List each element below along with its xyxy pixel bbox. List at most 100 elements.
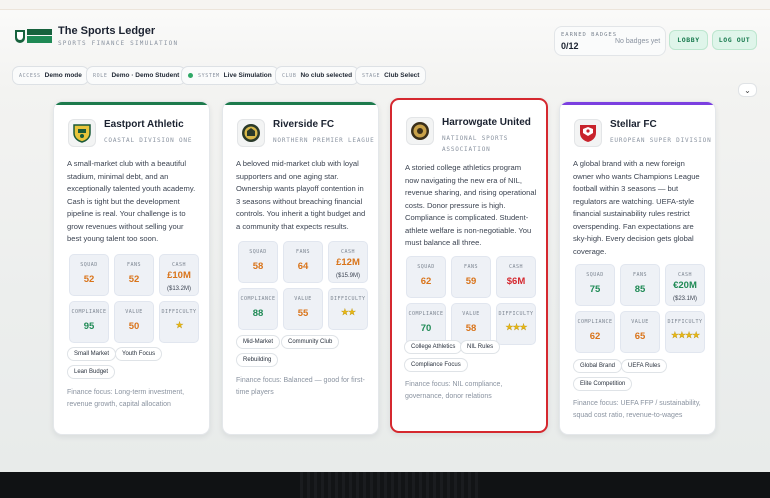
context-system-key: SYSTEM: [198, 72, 220, 79]
description-line: A global brand with a new foreign: [573, 159, 685, 168]
stat-label: CASH: [171, 262, 187, 268]
description-line: now navigating the new era of NIL,: [405, 175, 522, 185]
context-access-key: ACCESS: [19, 72, 41, 79]
description-line: pipeline is real. Your challenge is to: [67, 209, 186, 218]
description-line: A storied college athletics program: [405, 163, 522, 172]
description-line: owner who wants Champions League: [573, 171, 700, 181]
app-header: The Sports Ledger SPORTS FINANCE SIMULAT…: [0, 11, 770, 58]
stat-value: 52: [83, 274, 95, 285]
stat-difficulty: DIFFICULTY ★★★★: [665, 311, 705, 353]
club-card-eastport-athletic[interactable]: Eastport Athletic COASTAL DIVISION ONE A…: [53, 101, 210, 435]
club-league: NATIONAL SPORTS ASSOCIATION: [442, 135, 509, 153]
context-club-value: No club selected: [300, 72, 353, 79]
stat-label: FANS: [463, 264, 479, 270]
description-line: controls. You inherit a tight budget and: [236, 209, 366, 218]
context-access: ACCESS Demo mode: [12, 66, 89, 85]
stat-value: 88: [252, 308, 264, 319]
focus-line: Finance focus: UEFA FFP / sustainability…: [573, 400, 701, 407]
description-line: football within 3 seasons — but: [573, 184, 679, 193]
stat-label: VALUE: [294, 296, 312, 302]
description-line: coverage.: [573, 246, 607, 256]
app-subtitle: SPORTS FINANCE SIMULATION: [58, 40, 179, 47]
stat-squad: SQUAD 52: [69, 254, 109, 296]
stat-squad: SQUAD 62: [406, 256, 446, 298]
description-line: sky-high. Every decision gets global: [573, 234, 694, 243]
description-line: revenue sharing, and rising operational: [405, 188, 537, 197]
club-crest-icon: [574, 119, 602, 147]
context-system: SYSTEM Live Simulation: [181, 66, 279, 85]
stat-cash: CASH $6M: [496, 256, 536, 298]
club-crest-icon: [406, 117, 434, 145]
stat-value: 52: [128, 274, 140, 285]
stat-label: COMPLIANCE: [240, 296, 276, 302]
stat-subvalue: ($23.1M): [672, 296, 697, 302]
finance-focus: Finance focus: Long-term investment, rev…: [67, 387, 207, 411]
focus-line: squad cost ratio, revenue-to-wages: [573, 412, 683, 419]
stat-compliance: COMPLIANCE 88: [238, 288, 278, 330]
club-league: EUROPEAN SUPER DIVISION: [610, 137, 712, 144]
description-line: athlete welfare is non-negotiable. You: [405, 225, 532, 235]
stat-value: 62: [420, 276, 432, 287]
stat-label: SQUAD: [417, 264, 435, 270]
lobby-button[interactable]: LOBBY: [669, 30, 708, 50]
stat-value: VALUE 50: [114, 301, 154, 343]
focus-line: Finance focus: NIL compliance,: [405, 381, 503, 388]
stat-fans: FANS 64: [283, 241, 323, 283]
context-club: CLUB No club selected: [275, 66, 360, 85]
badges-empty-text: No badges yet: [615, 38, 661, 45]
card-accent-stripe: [223, 102, 378, 105]
stat-difficulty: DIFFICULTY ★★★: [496, 303, 536, 345]
club-card-stellar-fc[interactable]: Stellar FC EUROPEAN SUPER DIVISION A glo…: [559, 101, 716, 435]
club-name: Eastport Athletic: [104, 119, 184, 130]
description-line: overspending. Fan expectations are: [573, 221, 694, 231]
context-club-key: CLUB: [282, 72, 297, 79]
club-tag: Elite Competition: [573, 377, 633, 391]
club-tag: College Athletics: [404, 340, 463, 354]
description-line: Ownership wants playoff contention in: [236, 184, 364, 193]
chevron-down-icon[interactable]: ⌄: [738, 83, 757, 97]
stat-value: 85: [634, 284, 646, 295]
club-league: NORTHERN PREMIER LEAGUE: [273, 137, 375, 144]
sports-ledger-logo: [15, 29, 52, 43]
stat-squad: SQUAD 75: [575, 264, 615, 306]
stat-label: SQUAD: [80, 262, 98, 268]
stat-label: COMPLIANCE: [577, 319, 613, 325]
stat-value: €20M: [673, 280, 697, 291]
stat-difficulty: DIFFICULTY ★: [159, 301, 199, 343]
stat-label: FANS: [126, 262, 142, 268]
stat-cash: CASH £12M ($15.9M): [328, 241, 368, 283]
stat-cash: CASH £10M ($13.2M): [159, 254, 199, 296]
footer-background: [0, 472, 770, 498]
stat-label: COMPLIANCE: [71, 309, 107, 315]
focus-line: revenue growth, capital allocation: [67, 401, 171, 408]
description-line: best young talent too soon.: [67, 234, 159, 243]
context-stage-key: STAGE: [362, 72, 381, 79]
focus-line: Finance focus: Long-term investment,: [67, 389, 185, 396]
stat-squad: SQUAD 58: [238, 241, 278, 283]
stat-label: CASH: [508, 264, 524, 270]
context-stage-value: Club Select: [384, 72, 420, 79]
stat-label: DIFFICULTY: [667, 319, 703, 325]
stat-value: VALUE 55: [283, 288, 323, 330]
club-crest-icon: [237, 119, 265, 147]
stat-label: DIFFICULTY: [161, 309, 197, 315]
stat-value-number: 58: [465, 323, 477, 334]
stat-value: 75: [589, 284, 601, 295]
stat-label: FANS: [295, 249, 311, 255]
stat-label: FANS: [632, 272, 648, 278]
description-line: must balance all three.: [405, 238, 482, 247]
stat-value-number: 50: [128, 321, 140, 332]
difficulty-star-icon: ★★★: [505, 322, 528, 332]
focus-line: Finance focus: Balanced — good for first…: [236, 377, 365, 384]
stat-label: COMPLIANCE: [408, 311, 444, 317]
stat-cash: CASH €20M ($23.1M): [665, 264, 705, 306]
logout-button[interactable]: LOG OUT: [712, 30, 757, 50]
stat-compliance: COMPLIANCE 62: [575, 311, 615, 353]
club-card-harrowgate-united[interactable]: Harrowgate United NATIONAL SPORTS ASSOCI…: [390, 98, 548, 433]
description-line: grow revenues without selling your: [67, 221, 184, 231]
club-card-riverside-fc[interactable]: Riverside FC NORTHERN PREMIER LEAGUE A b…: [222, 101, 379, 435]
context-stage: STAGE Club Select: [355, 66, 427, 85]
club-tag: NIL Rules: [460, 340, 501, 354]
card-accent-stripe: [54, 102, 209, 105]
stat-value-number: 65: [634, 331, 646, 342]
